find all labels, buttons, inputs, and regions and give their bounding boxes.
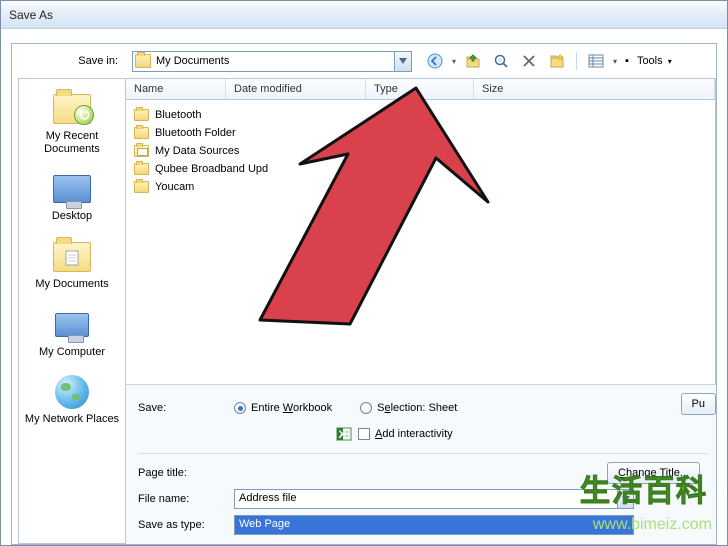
col-date[interactable]: Date modified: [226, 79, 366, 99]
chevron-down-icon[interactable]: [394, 52, 411, 71]
file-name-input[interactable]: Address file: [234, 489, 634, 509]
tools-menu-button[interactable]: Tools ▾: [637, 55, 672, 67]
folder-icon: [134, 163, 149, 175]
list-item[interactable]: Bluetooth Folder: [130, 124, 711, 142]
desktop-icon: [53, 175, 91, 203]
back-button[interactable]: [424, 50, 446, 72]
place-my-recent-documents[interactable]: My Recent Documents: [19, 85, 125, 163]
search-web-button[interactable]: [490, 50, 512, 72]
interactivity-row: X Add interactivity: [138, 421, 708, 447]
toolbar-buttons: ▾ ▾: [424, 50, 672, 72]
publish-button[interactable]: Pu: [681, 393, 716, 415]
save-as-type-row: Save as type: Web Page: [138, 512, 708, 538]
page-title-row: Page title: Change Title...: [138, 460, 708, 486]
save-label: Save:: [138, 402, 234, 414]
save-as-type-label: Save as type:: [138, 519, 234, 531]
recent-folder-icon: [53, 94, 91, 124]
toolbar-separator: [576, 52, 577, 70]
location-row: Save in: My Documents ▾: [12, 44, 716, 74]
new-folder-button[interactable]: [546, 50, 568, 72]
folder-icon: [135, 54, 151, 68]
radio-icon: [360, 402, 372, 414]
places-bar: My Recent Documents Desktop My Documents…: [18, 78, 126, 544]
folder-icon: [134, 181, 149, 193]
save-in-value: My Documents: [156, 55, 229, 67]
list-item[interactable]: Qubee Broadband Upd: [130, 160, 711, 178]
file-name: Youcam: [155, 181, 194, 193]
col-size[interactable]: Size: [474, 79, 715, 99]
place-label: My Network Places: [25, 413, 119, 426]
chevron-down-icon[interactable]: [617, 490, 633, 508]
dialog-content: Save in: My Documents ▾: [1, 29, 727, 545]
change-title-button[interactable]: Change Title...: [607, 462, 700, 484]
radio-entire-workbook[interactable]: Entire Workbook: [234, 402, 332, 414]
col-type[interactable]: Type: [366, 79, 474, 99]
list-item[interactable]: Youcam: [130, 178, 711, 196]
body-row: My Recent Documents Desktop My Documents…: [18, 78, 716, 544]
checkbox-icon: [358, 428, 370, 440]
list-item[interactable]: Bluetooth: [130, 106, 711, 124]
place-my-documents[interactable]: My Documents: [19, 233, 125, 299]
place-desktop[interactable]: Desktop: [19, 165, 125, 231]
computer-icon: [55, 313, 89, 337]
save-in-label: Save in:: [18, 55, 126, 67]
place-my-network-places[interactable]: My Network Places: [19, 368, 125, 434]
checkbox-label: Add interactivity: [375, 428, 453, 440]
radio-icon: [234, 402, 246, 414]
window-title: Save As: [9, 8, 53, 22]
col-name[interactable]: Name: [126, 79, 226, 99]
place-label: My Documents: [35, 278, 108, 291]
titlebar[interactable]: Save As: [1, 1, 727, 29]
checkbox-add-interactivity[interactable]: Add interactivity: [358, 428, 453, 440]
radio-label: Selection: Sheet: [377, 402, 457, 414]
list-item[interactable]: My Data Sources: [130, 142, 711, 160]
save-options-row: Save: Entire Workbook Selection: Sheet P…: [138, 395, 708, 421]
views-button[interactable]: [585, 50, 607, 72]
page-title-label: Page title:: [138, 467, 234, 479]
radio-label: Entire Workbook: [251, 402, 332, 414]
place-my-computer[interactable]: My Computer: [19, 301, 125, 367]
network-icon: [55, 375, 89, 409]
file-name: Bluetooth: [155, 109, 201, 121]
inner-panel: Save in: My Documents ▾: [11, 43, 717, 545]
svg-text:X: X: [339, 429, 347, 441]
radio-selection-sheet[interactable]: Selection: Sheet: [360, 402, 457, 414]
file-area: Name Date modified Type Size Bluetooth B…: [126, 78, 716, 544]
folder-icon: [134, 109, 149, 121]
tools-bullet: ▪: [625, 55, 629, 67]
save-in-combobox[interactable]: My Documents: [132, 51, 412, 72]
place-label: My Computer: [39, 346, 105, 359]
delete-button[interactable]: [518, 50, 540, 72]
up-one-level-button[interactable]: [462, 50, 484, 72]
data-sources-icon: [134, 145, 149, 157]
file-name-row: File name: Address file: [138, 486, 708, 512]
file-name: My Data Sources: [155, 145, 239, 157]
file-name: Qubee Broadband Upd: [155, 163, 268, 175]
excel-icon: X: [336, 426, 352, 442]
file-name-label: File name:: [138, 493, 234, 505]
folder-icon: [53, 242, 91, 272]
place-label: My Recent Documents: [21, 130, 123, 155]
place-label: Desktop: [52, 210, 92, 223]
file-list[interactable]: Bluetooth Bluetooth Folder My Data Sourc…: [126, 100, 716, 384]
folder-icon: [134, 127, 149, 139]
save-as-type-combobox[interactable]: Web Page: [234, 515, 634, 535]
save-as-dialog: Save As Save in: My Documents ▾: [0, 0, 728, 546]
file-name: Bluetooth Folder: [155, 127, 236, 139]
list-header: Name Date modified Type Size: [126, 78, 716, 100]
bottom-panel: Save: Entire Workbook Selection: Sheet P…: [126, 384, 716, 544]
